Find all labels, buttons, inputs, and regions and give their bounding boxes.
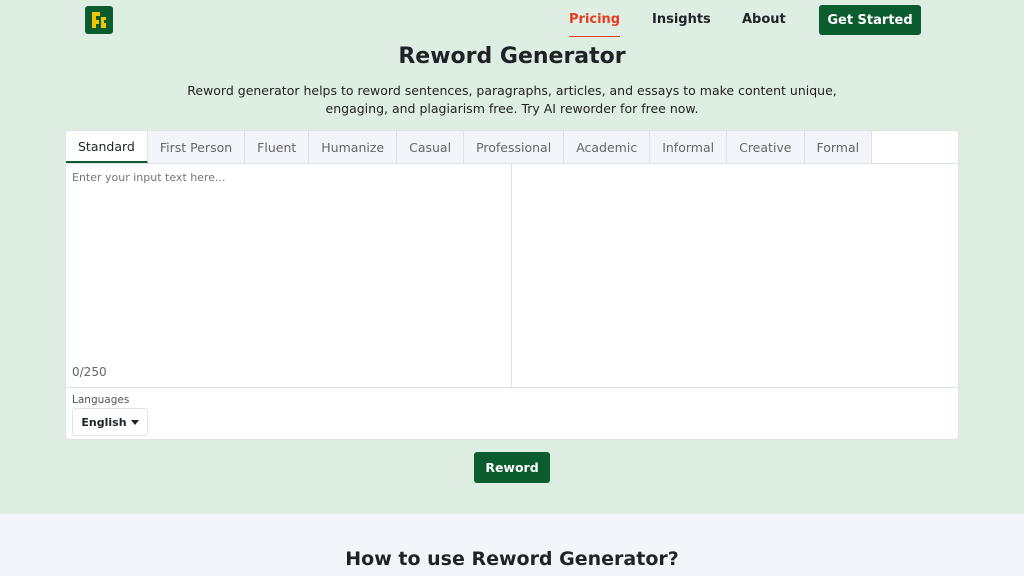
language-selected-value: English [81,415,127,429]
hero-section: Pricing Insights About Get Started Rewor… [0,0,1024,514]
input-textarea[interactable] [66,164,511,354]
howto-section-title: How to use Reword Generator? [345,548,679,570]
reword-editor-card: Standard First Person Fluent Humanize Ca… [65,130,959,440]
reword-button[interactable]: Reword [474,452,550,483]
tab-first-person[interactable]: First Person [147,131,246,163]
tab-formal[interactable]: Formal [804,131,873,163]
language-bar: Languages English [66,387,958,439]
tab-casual[interactable]: Casual [397,131,465,163]
output-pane [512,164,958,387]
input-pane: 0/250 [66,164,512,387]
tab-academic[interactable]: Academic [564,131,651,163]
nav-pricing[interactable]: Pricing [569,12,621,37]
page-description: Reword generator helps to reword sentenc… [187,83,837,116]
page-title: Reword Generator [398,44,626,69]
mode-tabs: Standard First Person Fluent Humanize Ca… [66,131,958,164]
brand-logo-icon[interactable] [85,6,113,34]
get-started-button[interactable]: Get Started [819,5,921,35]
tab-creative[interactable]: Creative [727,131,805,163]
language-select[interactable]: English [72,408,148,436]
languages-label: Languages [72,394,130,406]
character-counter: 0/250 [72,365,107,379]
tabs-spacer [872,131,958,163]
caret-down-icon [130,419,139,425]
tab-humanize[interactable]: Humanize [309,131,398,163]
tab-fluent[interactable]: Fluent [245,131,310,163]
tab-informal[interactable]: Informal [650,131,728,163]
nav-insights[interactable]: Insights [652,12,711,28]
tab-professional[interactable]: Professional [464,131,565,163]
tab-standard[interactable]: Standard [66,131,148,163]
nav-about[interactable]: About [742,12,786,28]
